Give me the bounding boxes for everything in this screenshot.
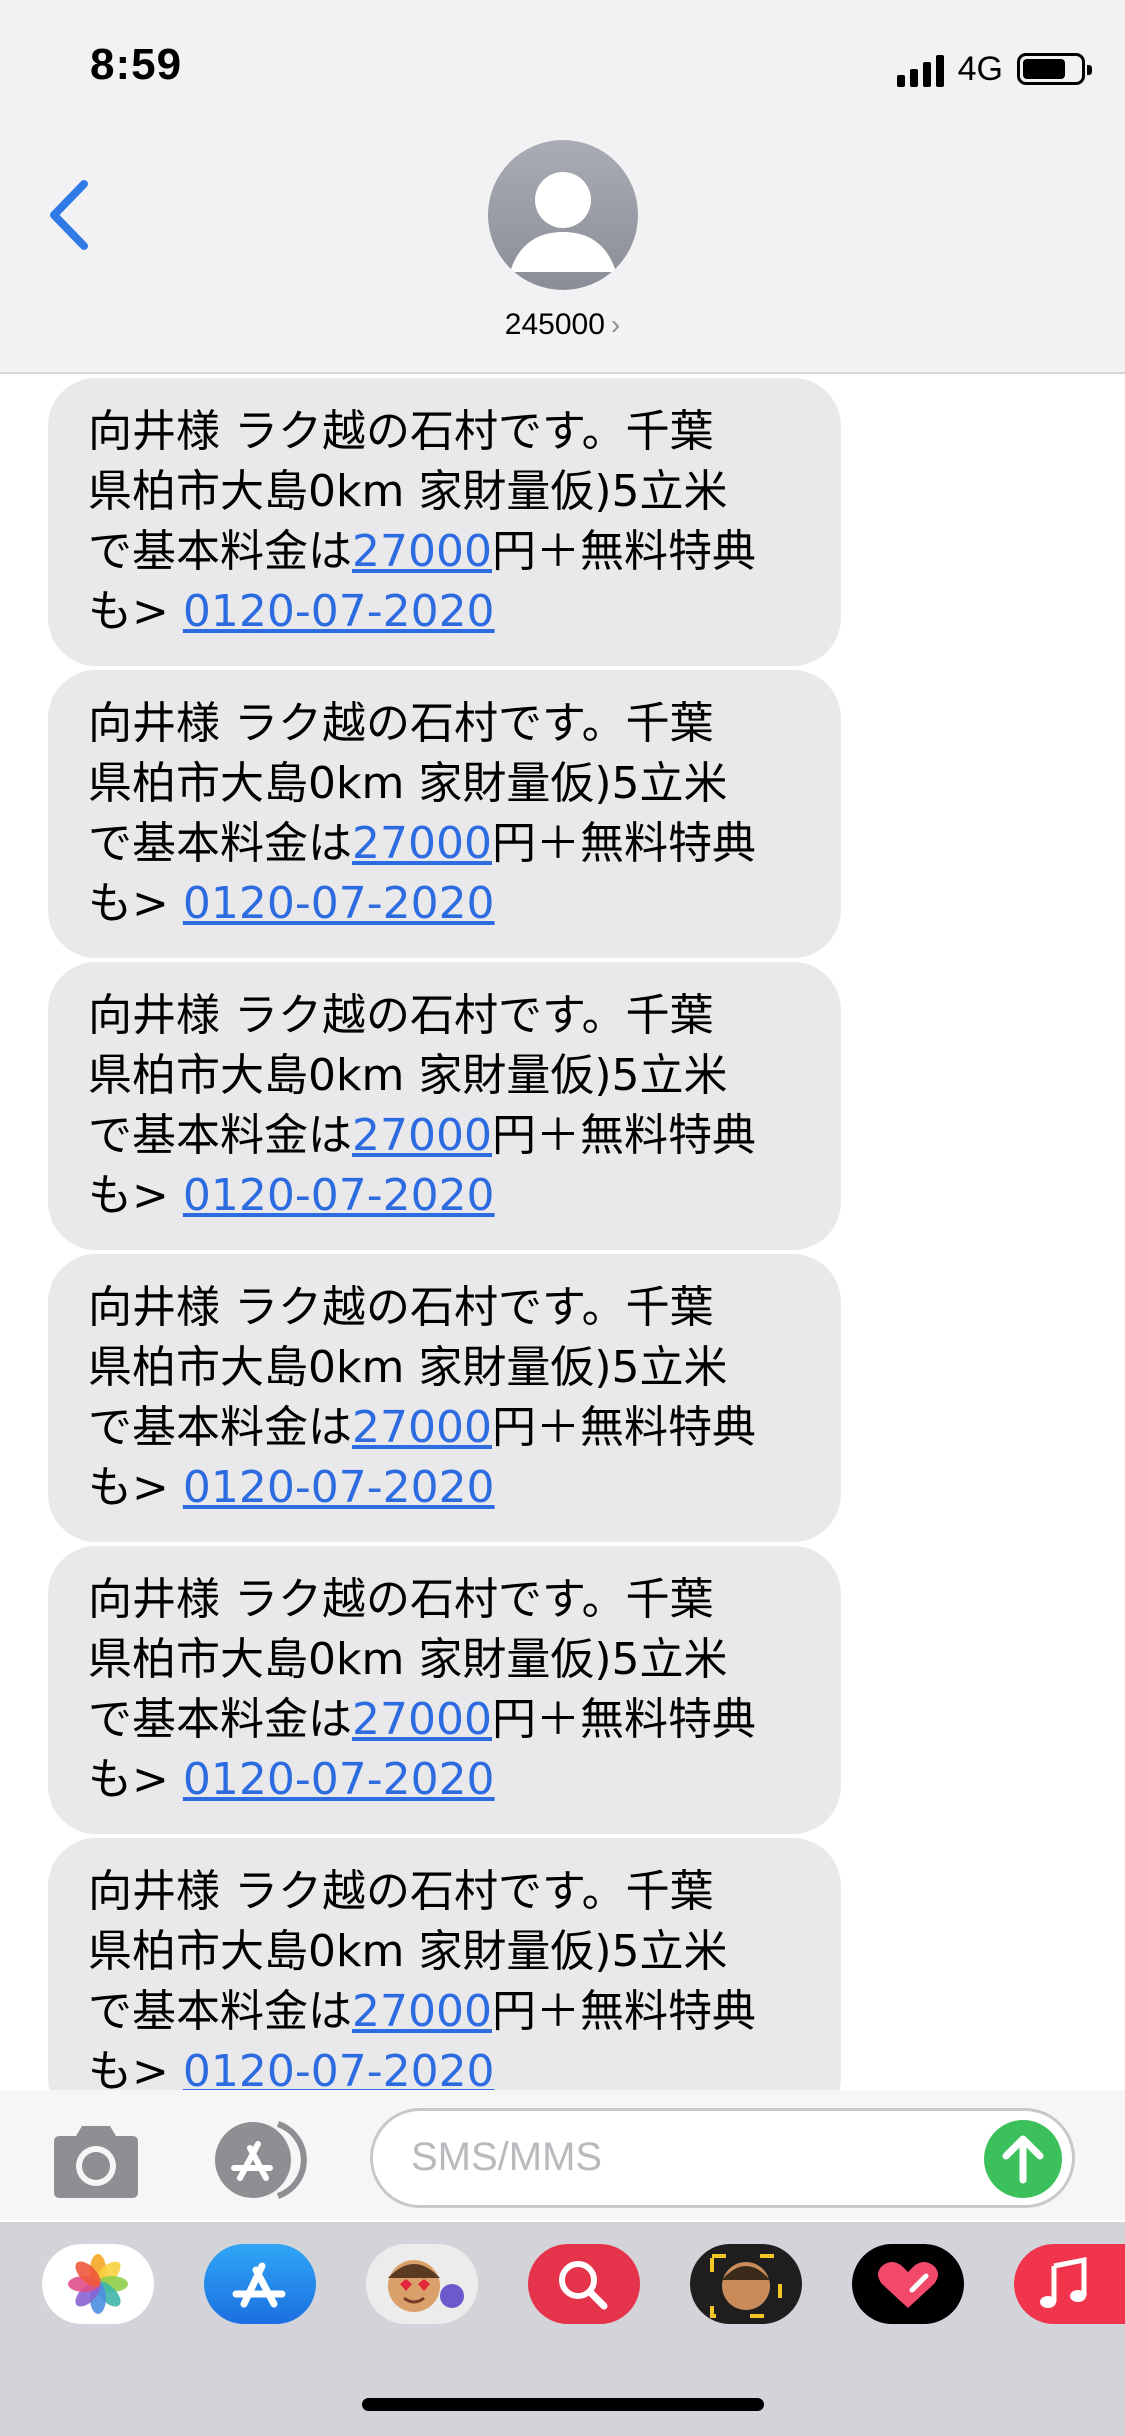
phone-link[interactable]: 0120-07-2020 bbox=[183, 1754, 495, 1805]
message-bubble[interactable]: 向井様 ラク越の石村です。千葉 県柏市大島0km 家財量仮)5立米 で基本料金は… bbox=[48, 378, 841, 666]
price-link[interactable]: 27000 bbox=[352, 526, 492, 577]
person-icon bbox=[510, 172, 616, 272]
price-link[interactable]: 27000 bbox=[352, 1986, 492, 2037]
camera-icon bbox=[54, 2126, 138, 2198]
music-icon[interactable] bbox=[1014, 2244, 1125, 2324]
price-link[interactable]: 27000 bbox=[352, 1402, 492, 1453]
message-text: 向井様 ラク越の石村です。千葉 県柏市大島0km 家財量仮)5立米 で基本料金は… bbox=[88, 1574, 756, 1805]
home-indicator[interactable] bbox=[362, 2398, 764, 2411]
network-type: 4G bbox=[957, 49, 1003, 88]
message-text: 向井様 ラク越の石村です。千葉 県柏市大島0km 家財量仮)5立米 で基本料金は… bbox=[88, 406, 756, 637]
app-store-icon bbox=[215, 2121, 307, 2199]
camera-button[interactable] bbox=[48, 2124, 144, 2200]
message-bubble[interactable]: 向井様 ラク越の石村です。千葉 県柏市大島0km 家財量仮)5立米 で基本料金は… bbox=[48, 962, 841, 1250]
photos-icon[interactable] bbox=[42, 2244, 154, 2324]
price-link[interactable]: 27000 bbox=[352, 1694, 492, 1745]
compose-bar: SMS/MMS bbox=[0, 2090, 1125, 2220]
message-input-placeholder: SMS/MMS bbox=[411, 2135, 603, 2179]
send-button[interactable] bbox=[984, 2120, 1062, 2198]
message-text: 向井様 ラク越の石村です。千葉 県柏市大島0km 家財量仮)5立米 で基本料金は… bbox=[88, 698, 756, 929]
contact-avatar[interactable] bbox=[488, 140, 638, 290]
status-indicators: 4G bbox=[896, 46, 1092, 92]
phone-link[interactable]: 0120-07-2020 bbox=[183, 878, 495, 929]
memoji-icon[interactable] bbox=[366, 2244, 478, 2324]
message-text: 向井様 ラク越の石村です。千葉 県柏市大島0km 家財量仮)5立米 で基本料金は… bbox=[88, 990, 756, 1221]
phone-link[interactable]: 0120-07-2020 bbox=[183, 2046, 495, 2090]
app-store-icon[interactable] bbox=[204, 2244, 316, 2324]
image-search-icon[interactable] bbox=[528, 2244, 640, 2324]
message-input[interactable]: SMS/MMS bbox=[370, 2108, 1075, 2208]
price-link[interactable]: 27000 bbox=[352, 1110, 492, 1161]
contact-name-button[interactable]: 245000 › bbox=[0, 308, 1125, 342]
arrow-up-icon bbox=[1002, 2135, 1044, 2184]
digital-touch-icon[interactable] bbox=[852, 2244, 964, 2324]
chevron-right-icon: › bbox=[610, 309, 621, 340]
apps-button[interactable] bbox=[208, 2118, 318, 2202]
message-bubble[interactable]: 向井様 ラク越の石村です。千葉 県柏市大島0km 家財量仮)5立米 で基本料金は… bbox=[48, 670, 841, 958]
chevron-left-icon bbox=[50, 180, 88, 250]
message-text: 向井様 ラク越の石村です。千葉 県柏市大島0km 家財量仮)5立米 で基本料金は… bbox=[88, 1282, 756, 1513]
memoji-stickers-icon[interactable] bbox=[690, 2244, 802, 2324]
message-bubble[interactable]: 向井様 ラク越の石村です。千葉 県柏市大島0km 家財量仮)5立米 で基本料金は… bbox=[48, 1254, 841, 1542]
phone-link[interactable]: 0120-07-2020 bbox=[183, 586, 495, 637]
price-link[interactable]: 27000 bbox=[352, 818, 492, 869]
message-bubble[interactable]: 向井様 ラク越の石村です。千葉 県柏市大島0km 家財量仮)5立米 で基本料金は… bbox=[48, 1838, 841, 2090]
phone-link[interactable]: 0120-07-2020 bbox=[183, 1170, 495, 1221]
battery-icon bbox=[1017, 53, 1092, 85]
phone-link[interactable]: 0120-07-2020 bbox=[183, 1462, 495, 1513]
signal-icon bbox=[896, 51, 944, 87]
message-text: 向井様 ラク越の石村です。千葉 県柏市大島0km 家財量仮)5立米 で基本料金は… bbox=[88, 1862, 811, 2090]
message-bubble[interactable]: 向井様 ラク越の石村です。千葉 県柏市大島0km 家財量仮)5立米 で基本料金は… bbox=[48, 1546, 841, 1834]
contact-name: 245000 bbox=[504, 308, 605, 341]
conversation-header: 8:59 4G 245000 › bbox=[0, 0, 1125, 374]
status-time: 8:59 bbox=[90, 40, 183, 89]
back-button[interactable] bbox=[46, 178, 94, 252]
message-thread[interactable]: 向井様 ラク越の石村です。千葉 県柏市大島0km 家財量仮)5立米 で基本料金は… bbox=[0, 374, 1125, 2090]
